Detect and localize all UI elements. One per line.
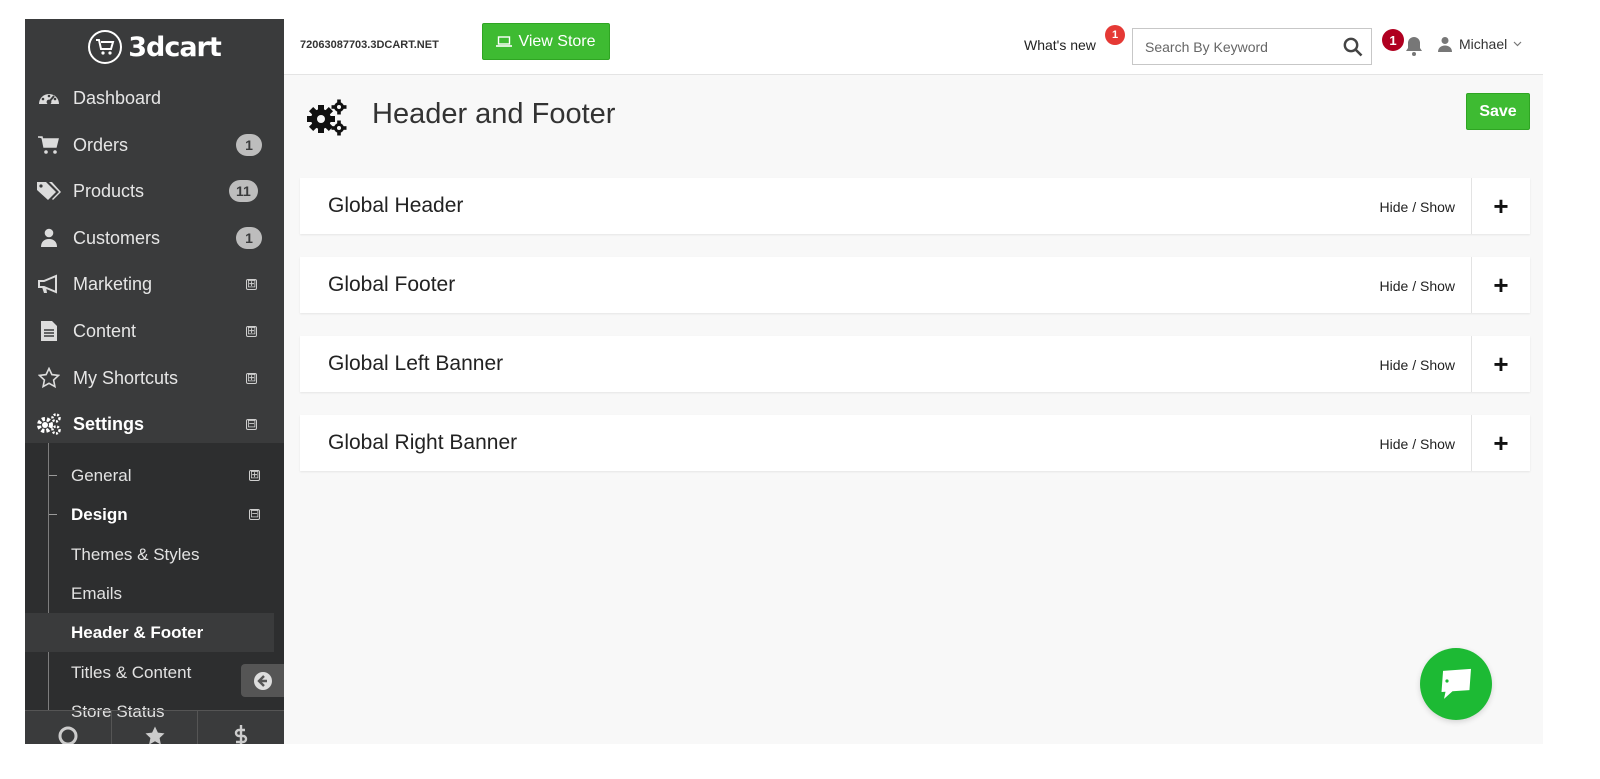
- submenu-label: Design: [71, 504, 128, 524]
- search-box: [1132, 28, 1372, 65]
- help-button[interactable]: [25, 711, 112, 744]
- arrow-left-circle-icon: [253, 671, 272, 690]
- collapse-icon[interactable]: ⊟: [249, 509, 260, 520]
- panel-global-left-banner: Global Left Banner Hide / Show +: [300, 336, 1530, 392]
- tags-icon: [36, 178, 62, 204]
- view-store-label: View Store: [518, 32, 596, 50]
- sidebar-footer: [25, 710, 284, 744]
- logo-text: 3dcart: [128, 31, 222, 63]
- sidebar-item-label: My Shortcuts: [73, 367, 179, 388]
- submenu-label: Emails: [71, 583, 123, 603]
- sidebar-item-orders[interactable]: Orders 1: [25, 122, 284, 168]
- products-count-badge: 11: [229, 180, 258, 202]
- notifications-badge: 1: [1382, 29, 1404, 51]
- expand-icon[interactable]: ⊞: [246, 325, 257, 337]
- page-title: Header and Footer: [372, 98, 616, 130]
- user-icon: [36, 225, 62, 251]
- sidebar-item-customers[interactable]: Customers 1: [25, 215, 284, 261]
- bell-icon: [1406, 37, 1422, 56]
- hide-show-toggle[interactable]: Hide / Show: [1380, 278, 1455, 294]
- brand-logo[interactable]: 3dcart: [25, 19, 284, 75]
- collapse-icon[interactable]: ⊟: [246, 418, 257, 430]
- favorites-button[interactable]: [112, 711, 199, 744]
- panel-title: Global Footer: [328, 273, 456, 296]
- submenu-item-themes-styles[interactable]: Themes & Styles: [25, 535, 274, 574]
- user-icon: [1438, 37, 1452, 52]
- hide-show-toggle[interactable]: Hide / Show: [1380, 357, 1455, 373]
- sidebar-item-marketing[interactable]: Marketing ⊞: [25, 261, 284, 307]
- settings-gears-icon: [306, 97, 348, 137]
- sidebar-item-label: Dashboard: [73, 87, 162, 108]
- panel-global-header: Global Header Hide / Show +: [300, 178, 1530, 234]
- user-name: Michael: [1459, 36, 1508, 52]
- submenu-label: General: [71, 465, 132, 485]
- chevron-down-icon: [1513, 41, 1522, 47]
- sidebar-item-label: Marketing: [73, 273, 153, 294]
- star-icon: [36, 365, 62, 391]
- sidebar-item-my-shortcuts[interactable]: My Shortcuts ⊞: [25, 355, 284, 401]
- submenu-item-general[interactable]: General ⊞: [25, 456, 274, 495]
- search-icon: [1343, 37, 1363, 57]
- submenu-item-titles-content[interactable]: Titles & Content: [25, 653, 274, 692]
- top-bar: 72063087703.3DCART.NET View Store What's…: [284, 19, 1543, 75]
- whats-new-badge: 1: [1105, 25, 1125, 45]
- expand-plus-icon[interactable]: +: [1472, 257, 1530, 313]
- submenu-item-header-footer[interactable]: Header & Footer: [25, 613, 274, 652]
- submenu-label: Themes & Styles: [71, 544, 200, 564]
- user-menu[interactable]: Michael: [1437, 36, 1522, 52]
- submenu-label: Header & Footer: [71, 622, 204, 642]
- sidebar-item-label: Orders: [73, 134, 129, 155]
- billing-button[interactable]: [198, 711, 284, 744]
- expand-icon[interactable]: ⊞: [249, 470, 260, 481]
- sidebar-item-products[interactable]: Products 11: [25, 168, 284, 214]
- submenu-label: Titles & Content: [71, 662, 192, 682]
- document-icon: [36, 318, 62, 344]
- sidebar-item-label: Customers: [73, 227, 161, 248]
- expand-icon[interactable]: ⊞: [246, 372, 257, 384]
- sidebar-item-dashboard[interactable]: Dashboard: [25, 75, 284, 121]
- hide-show-toggle[interactable]: Hide / Show: [1380, 199, 1455, 215]
- collapse-sidebar-button[interactable]: [241, 664, 284, 697]
- chat-button[interactable]: [1420, 648, 1492, 720]
- sidebar-item-settings[interactable]: Settings ⊟: [25, 401, 284, 447]
- expand-plus-icon[interactable]: +: [1472, 178, 1530, 234]
- main-content: Header and Footer Save Global Header Hid…: [284, 75, 1543, 744]
- star-icon: [145, 726, 164, 744]
- help-icon: [58, 726, 78, 744]
- hide-show-toggle[interactable]: Hide / Show: [1380, 436, 1455, 452]
- sidebar-item-label: Content: [73, 320, 137, 341]
- expand-plus-icon[interactable]: +: [1472, 336, 1530, 392]
- submenu-item-emails[interactable]: Emails: [25, 574, 274, 613]
- orders-count-badge: 1: [236, 134, 262, 156]
- view-store-button[interactable]: View Store: [482, 23, 610, 60]
- gears-icon: [36, 411, 62, 437]
- panel-global-right-banner: Global Right Banner Hide / Show +: [300, 415, 1530, 471]
- laptop-icon: [496, 35, 513, 47]
- chat-icon: [1441, 668, 1471, 699]
- expand-plus-icon[interactable]: +: [1472, 415, 1530, 471]
- search-button[interactable]: [1341, 35, 1365, 59]
- dollar-icon: [235, 725, 248, 744]
- save-button[interactable]: Save: [1466, 93, 1530, 130]
- expand-icon[interactable]: ⊞: [246, 278, 257, 290]
- store-url[interactable]: 72063087703.3DCART.NET: [300, 39, 439, 51]
- customers-count-badge: 1: [236, 227, 262, 249]
- panel-global-footer: Global Footer Hide / Show +: [300, 257, 1530, 313]
- dashboard-icon: [36, 85, 62, 111]
- panel-title: Global Right Banner: [328, 431, 518, 454]
- sidebar-item-content[interactable]: Content ⊞: [25, 308, 284, 354]
- sidebar-item-label: Products: [73, 180, 145, 201]
- megaphone-icon: [36, 271, 62, 297]
- app-window: 3dcart Dashboard Orders 1 Products 11 Cu…: [25, 19, 1543, 744]
- whats-new-link[interactable]: What's new: [1024, 37, 1096, 53]
- search-input[interactable]: [1133, 29, 1333, 64]
- panel-title: Global Header: [328, 194, 464, 217]
- sidebar-item-label: Settings: [73, 413, 145, 434]
- cart-logo-icon: [88, 30, 123, 64]
- cart-icon: [36, 132, 62, 158]
- panel-title: Global Left Banner: [328, 352, 504, 375]
- notifications-button[interactable]: [1404, 35, 1426, 59]
- submenu-item-design[interactable]: Design ⊟: [25, 495, 274, 534]
- sidebar: 3dcart Dashboard Orders 1 Products 11 Cu…: [25, 19, 284, 744]
